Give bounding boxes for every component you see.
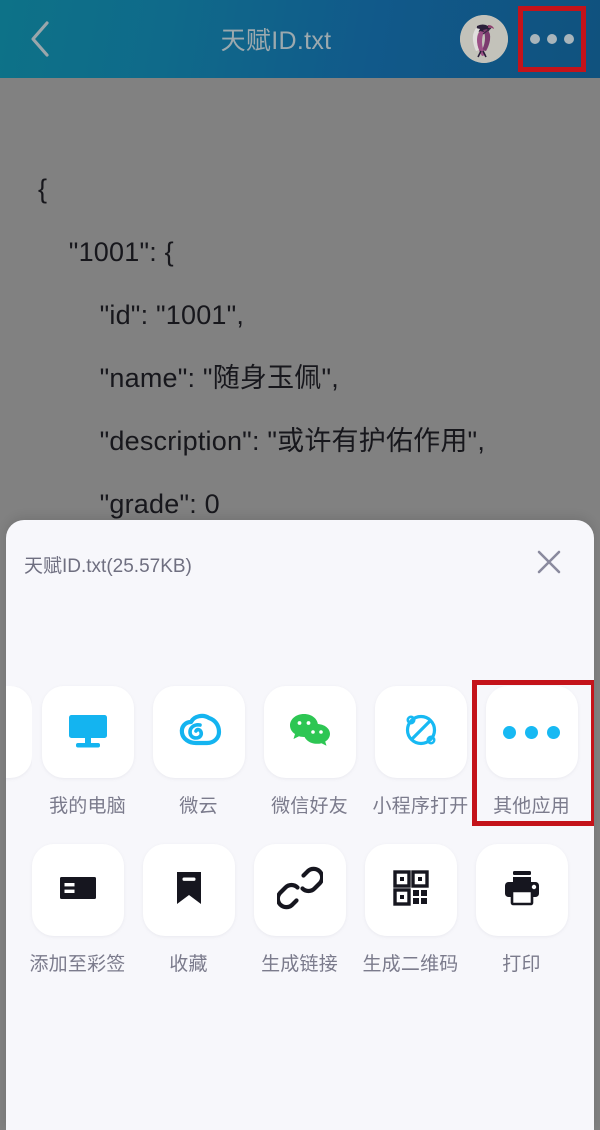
- share-target-label: 我的电脑: [49, 796, 126, 817]
- action-label: 添加至彩签: [29, 954, 126, 975]
- qq-friend-icon: [6, 705, 11, 760]
- sheet-file-title: 天赋ID.txt(25.57KB): [24, 555, 192, 577]
- share-target-label: 微云: [179, 796, 218, 817]
- wechat-icon: [284, 704, 336, 761]
- tile-box: [31, 844, 124, 936]
- weiyun-cloud-icon: [173, 704, 225, 761]
- action-create-qrcode[interactable]: 生成二维码: [355, 844, 466, 976]
- share-target-label: 微信好友: [271, 796, 348, 817]
- share-target-label: 小程序打开: [372, 796, 469, 817]
- sheet-header: 天赋ID.txt(25.57KB): [6, 520, 594, 608]
- share-target-weiyun[interactable]: 微云: [143, 686, 254, 818]
- phone-screen: 天赋ID.txt { "1001": {"id": "1001", "name…: [0, 0, 600, 1130]
- more-apps-icon: [503, 725, 560, 739]
- tile-box: [475, 844, 568, 936]
- document-line: "description": "或许有护佑作用",: [38, 426, 486, 456]
- tile-box: [253, 844, 346, 936]
- share-bottom-sheet: 天赋ID.txt(25.57KB) 好友: [6, 520, 594, 1130]
- action-label: 打印: [502, 954, 541, 975]
- printer-icon: [499, 865, 545, 916]
- page-title: 天赋ID.txt: [220, 27, 332, 55]
- close-button[interactable]: [526, 541, 572, 587]
- action-row: 添加至彩签 收藏 生成链接 生成二维码 打印: [6, 844, 594, 976]
- share-target-label: 其他应用: [493, 796, 570, 817]
- tile-box: [263, 686, 356, 778]
- back-chevron-icon: [28, 20, 52, 58]
- action-create-link[interactable]: 生成链接: [244, 844, 355, 976]
- bookmark-icon: [166, 865, 212, 916]
- action-label: 生成二维码: [362, 954, 459, 975]
- document-line: "grade": 0: [38, 489, 220, 519]
- app-header: 天赋ID.txt: [0, 0, 600, 78]
- more-options-button[interactable]: [518, 6, 586, 72]
- action-label: 收藏: [169, 954, 208, 975]
- tile-box: [6, 686, 32, 778]
- share-target-wechat[interactable]: 微信好友: [254, 686, 365, 818]
- tile-box: [374, 686, 467, 778]
- qrcode-icon: [388, 865, 434, 916]
- my-computer-icon: [63, 705, 113, 760]
- tile-box: [364, 844, 457, 936]
- tile-box: [485, 686, 578, 778]
- document-line: {: [38, 174, 48, 204]
- avatar[interactable]: [460, 15, 508, 63]
- back-button[interactable]: [18, 17, 62, 61]
- action-favorite[interactable]: 收藏: [133, 844, 244, 976]
- action-add-color-tag[interactable]: 添加至彩签: [22, 844, 133, 976]
- share-target-mini-program[interactable]: 小程序打开: [365, 686, 476, 818]
- action-print[interactable]: 打印: [466, 844, 577, 976]
- document-text: { "1001": { "id": "1001", "name": "随身玉佩"…: [0, 78, 600, 526]
- document-line: "id": "1001",: [38, 300, 245, 330]
- tile-box: [142, 844, 235, 936]
- tile-box: [41, 686, 134, 778]
- action-label: 生成链接: [261, 954, 338, 975]
- mini-program-icon: [396, 705, 446, 760]
- tile-box: [152, 686, 245, 778]
- share-target-qq-friend[interactable]: 好友: [6, 686, 32, 818]
- share-target-other-apps[interactable]: 其他应用: [476, 686, 587, 818]
- document-line: "1001": {: [38, 237, 174, 267]
- link-icon: [275, 865, 324, 916]
- close-icon: [534, 547, 564, 582]
- document-line: "name": "随身玉佩",: [38, 363, 339, 393]
- color-tag-icon: [55, 865, 101, 916]
- more-horizontal-icon: [530, 34, 574, 44]
- share-target-my-computer[interactable]: 我的电脑: [32, 686, 143, 818]
- document-viewer: { "1001": { "id": "1001", "name": "随身玉佩"…: [0, 78, 600, 526]
- share-target-row: 好友 我的电脑: [6, 680, 594, 826]
